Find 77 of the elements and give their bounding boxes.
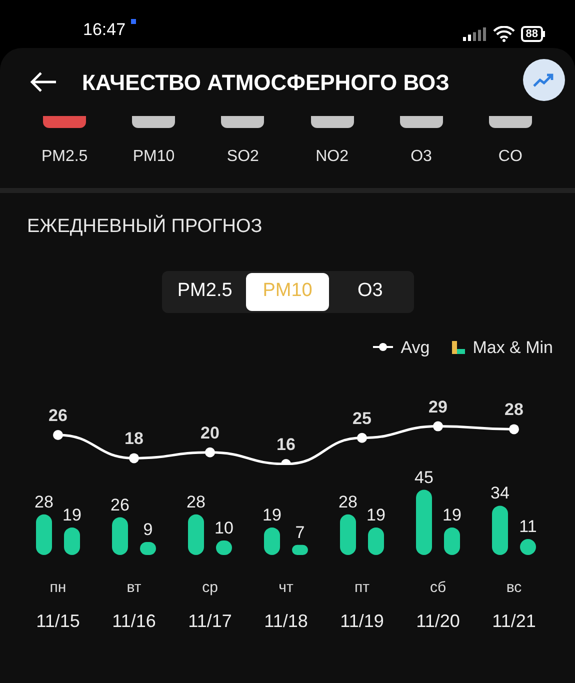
range-bar	[520, 539, 536, 555]
pollutant-label[interactable]: O3	[410, 145, 432, 169]
wifi-icon	[492, 26, 515, 42]
range-value: 34	[490, 484, 510, 503]
date-label: 11/21	[491, 610, 537, 632]
range-value: 19	[262, 505, 282, 524]
legend-label: Max & Min	[472, 336, 553, 358]
weekday-label: ср	[201, 578, 219, 598]
weekday-label: сб	[428, 578, 448, 598]
pollutant-label[interactable]: CO	[498, 145, 522, 169]
avg-point	[281, 459, 291, 465]
weekday-label: чт	[278, 578, 294, 598]
pollutant-tab[interactable]: PM2.5	[164, 272, 246, 310]
avg-point	[129, 453, 139, 464]
date-label: 11/17	[187, 610, 233, 632]
range-value: 9	[143, 520, 153, 539]
avg-value: 16	[276, 435, 296, 454]
pollutant-label[interactable]: PM2.5	[41, 145, 88, 169]
avg-point	[357, 432, 367, 443]
range-bar	[292, 544, 308, 555]
bars-legend-icon	[452, 340, 465, 354]
legend-label: Avg	[400, 336, 430, 358]
date-label: 11/18	[263, 610, 309, 632]
range-value: 7	[295, 522, 305, 542]
date-label: 11/16	[111, 610, 157, 632]
range-value: 26	[110, 495, 130, 514]
range-bar	[368, 527, 384, 555]
range-bar	[64, 527, 80, 555]
pollutant-tab[interactable]: O3	[328, 272, 412, 310]
range-bar	[264, 527, 280, 555]
date-label: 11/19	[339, 610, 385, 632]
avg-value: 29	[428, 397, 448, 416]
weekday-label: вс	[505, 578, 523, 598]
pollutant-label[interactable]: SO2	[226, 145, 259, 169]
section-title: ЕЖЕДНЕВНЫЙ ПРОГНОЗ	[26, 214, 264, 239]
avg-point	[53, 430, 63, 440]
range-bar	[36, 514, 52, 555]
date-label: 11/20	[415, 610, 461, 632]
avg-point	[205, 447, 215, 458]
range-bar	[112, 517, 128, 555]
trend-icon	[533, 73, 555, 87]
pollutant-label[interactable]: NO2	[316, 145, 349, 169]
range-value: 19	[366, 505, 386, 524]
range-bar	[216, 540, 232, 555]
avg-value: 25	[352, 408, 372, 428]
range-value: 45	[414, 468, 434, 487]
range-bar	[188, 514, 204, 555]
weekday-label: пт	[354, 578, 370, 598]
pollutant-label[interactable]: PM10	[132, 145, 175, 169]
range-bar	[416, 490, 432, 555]
date-label: 11/15	[35, 610, 81, 632]
avg-point	[433, 421, 443, 432]
back-arrow-icon[interactable]	[30, 71, 58, 93]
status-time: 16:47	[83, 18, 126, 40]
range-bar	[492, 506, 508, 555]
avg-value: 20	[200, 423, 220, 442]
weekday-label: пн	[48, 578, 68, 598]
range-value: 28	[186, 492, 206, 512]
trend-button[interactable]	[523, 59, 565, 101]
range-value: 19	[442, 505, 462, 524]
line-legend-icon	[372, 343, 393, 352]
range-value: 10	[214, 518, 234, 538]
range-bar	[140, 542, 156, 555]
signal-icon	[462, 27, 487, 41]
avg-value: 28	[504, 400, 524, 420]
avg-point	[509, 424, 519, 434]
range-value: 28	[338, 492, 358, 512]
battery-icon: 88	[520, 26, 545, 42]
avg-value: 26	[48, 406, 68, 425]
range-bar	[444, 527, 460, 555]
page-title: КАЧЕСТВО АТМОСФЕРНОГО ВОЗ	[82, 68, 450, 96]
range-value: 11	[519, 517, 537, 536]
range-value: 28	[34, 492, 54, 512]
range-value: 19	[62, 505, 82, 524]
avg-value: 18	[124, 429, 144, 448]
weekday-label: вт	[126, 578, 142, 598]
range-bar	[340, 514, 356, 555]
